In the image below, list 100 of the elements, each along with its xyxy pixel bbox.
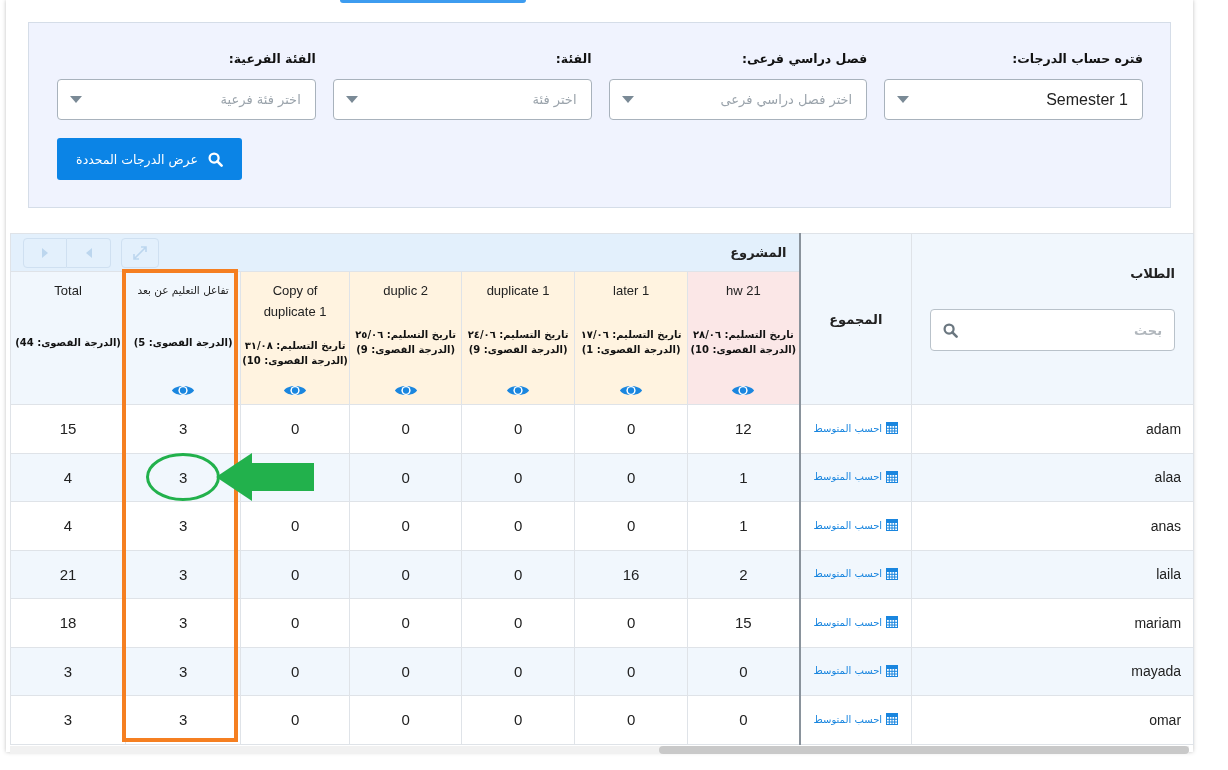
grade-value: 3: [178, 420, 188, 438]
calculator-icon: [886, 616, 899, 629]
grade-value: 18: [59, 614, 77, 632]
grade-value: 3: [178, 565, 188, 583]
grade-value: 12: [735, 420, 752, 438]
grade-value: 0: [513, 711, 523, 729]
column-header: المجموع: [828, 311, 884, 327]
column-title: duplic 2: [382, 282, 429, 300]
grade-value: 3: [178, 468, 188, 486]
grade-value: 0: [290, 614, 300, 632]
calculator-icon: [886, 519, 899, 532]
grade-value: 3: [178, 662, 188, 680]
due-date: تاريخ التسليم: ٢٤/٠٦: [467, 328, 569, 342]
due-date: تاريخ التسليم: ١٧/٠٦: [580, 328, 682, 342]
field-label: الفئة:: [554, 51, 592, 68]
max-grade: (الدرجة القصوى: 9): [356, 343, 455, 357]
show-grades-button[interactable]: عرض الدرجات المحددة: [57, 138, 242, 180]
eye-icon[interactable]: [283, 383, 308, 398]
column-title: hw 21: [725, 282, 762, 300]
expand-icon: [132, 244, 148, 261]
left-arrow-icon: [85, 247, 92, 258]
grade-value: 1: [739, 468, 748, 486]
grade-value: 0: [513, 565, 523, 583]
field-label: فتره حساب الدرجات:: [1011, 51, 1143, 68]
grade-value: 0: [513, 420, 523, 438]
group-header: المشروع: [730, 245, 787, 260]
right-arrow-icon: [42, 247, 48, 258]
grade-value: 0: [290, 662, 300, 680]
grade-value: 0: [401, 662, 410, 680]
grade-value: 0: [513, 614, 523, 632]
grade-value: 0: [401, 517, 410, 535]
due-date: تاريخ التسليم: ٢٨/٠٦: [692, 328, 794, 342]
scrollbar[interactable]: [10, 745, 1189, 754]
grade-value: 0: [626, 420, 636, 438]
grade-value: 0: [401, 565, 410, 583]
select-field[interactable]: Semester 1: [884, 79, 1143, 120]
column-title: Copy of duplicate 1: [262, 282, 328, 321]
grade-value: 4: [63, 517, 73, 535]
eye-icon[interactable]: [171, 383, 196, 398]
max-grade: (الدرجة القصوى: 1): [581, 343, 681, 357]
calculator-icon: [886, 422, 899, 435]
search-icon: [207, 151, 223, 167]
student-name: omar: [1149, 711, 1182, 728]
student-name: mariam: [1134, 614, 1182, 631]
select-field[interactable]: اختر فئة فرعية: [57, 79, 316, 120]
max-grade: (الدرجة القصوى: 10): [242, 353, 348, 368]
grade-value: 3: [178, 517, 188, 535]
grade-value: 3: [63, 711, 73, 729]
grade-value: 0: [401, 711, 410, 729]
grade-value: 0: [626, 468, 636, 486]
caret-icon: [345, 96, 358, 103]
field-label: فصل دراسي فرعى:: [740, 51, 868, 68]
max-grade: (الدرجة القصوى: 5): [133, 335, 233, 350]
grade-value: 0: [513, 517, 523, 535]
column-title: duplicate 1: [485, 282, 551, 300]
grade-value: 0: [626, 517, 636, 535]
grade-value: 0: [290, 420, 300, 438]
grade-value: 0: [513, 468, 523, 486]
student-name: alaa: [1154, 469, 1182, 486]
calculator-icon: [886, 470, 899, 483]
grade-value: 3: [63, 662, 73, 680]
select-field[interactable]: اختر فصل دراسي فرعى: [608, 79, 868, 120]
grade-value: 0: [626, 711, 636, 729]
grade-value: 0: [401, 420, 410, 438]
grade-value: 0: [290, 517, 300, 535]
max-grade: (الدرجة القصوى: 9): [468, 343, 568, 357]
grade-value: 0: [401, 614, 410, 632]
scrollbar-thumb[interactable]: [659, 745, 1189, 754]
due-date: تاريخ التسليم: ٢٥/٠٦: [355, 328, 456, 342]
field-label: الفئة الفرعية:: [227, 51, 316, 68]
caret-icon: [70, 96, 82, 103]
student-name: anas: [1150, 517, 1182, 534]
column-title: تفاعل التعليم عن بعد: [136, 283, 230, 299]
column-header: الطلاب: [1129, 266, 1176, 281]
student-name: adam: [1146, 420, 1182, 437]
max-grade: (الدرجة القصوى: 44): [15, 335, 121, 350]
caret-icon: [621, 96, 634, 103]
column-title: Total: [53, 282, 83, 300]
eye-icon[interactable]: [506, 383, 531, 398]
eye-icon[interactable]: [393, 383, 418, 398]
grade-value: 16: [622, 565, 640, 583]
grade-value: 15: [735, 614, 752, 632]
calculator-icon: [886, 664, 899, 677]
max-grade: (الدرجة القصوى: 10): [690, 343, 797, 357]
grade-value: 0: [739, 662, 748, 680]
eye-icon[interactable]: [619, 383, 644, 398]
column-title: later 1: [612, 282, 651, 300]
grade-value: 15: [59, 420, 77, 438]
select-field[interactable]: اختر فئة: [332, 79, 592, 120]
grade-value: 0: [739, 711, 748, 729]
grade-value: 0: [401, 468, 410, 486]
grade-value: 1: [739, 517, 748, 535]
search-field[interactable]: بحث: [930, 309, 1176, 351]
calculator-icon: [886, 713, 899, 726]
student-name: laila: [1156, 566, 1182, 583]
grade-value: 0: [513, 662, 523, 680]
eye-icon[interactable]: [731, 383, 756, 398]
grade-value: 3: [178, 711, 188, 729]
grade-value: 4: [63, 468, 73, 486]
grade-value: 0: [290, 565, 300, 583]
